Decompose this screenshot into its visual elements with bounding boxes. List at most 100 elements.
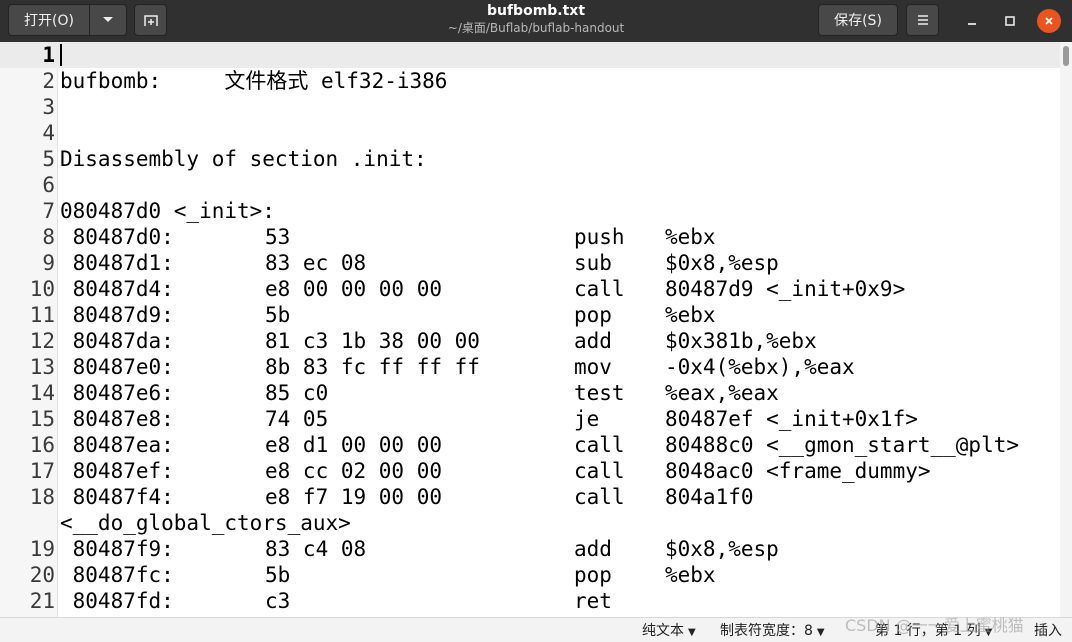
language-label: 纯文本 xyxy=(642,623,684,639)
instruction-address: 80487ef: xyxy=(60,459,174,483)
editor-line[interactable]: 4 xyxy=(0,120,1060,146)
instruction-address: 80487e0: xyxy=(60,355,174,379)
line-number: 14 xyxy=(29,381,55,405)
editor-line[interactable]: 12 80487da: 81 c3 1b 38 00 00 add $0x381b,%… xyxy=(0,328,1060,354)
editor-line[interactable]: <__do_global_ctors_aux> xyxy=(0,510,1060,536)
editor-line[interactable]: 7 080487d0 <_init>: xyxy=(0,198,1060,224)
chevron-down-icon xyxy=(103,17,113,22)
csdn-watermark: CSDN @一一爱上蜜桃猫 xyxy=(845,616,1024,635)
main-menu-button[interactable] xyxy=(906,4,939,36)
instruction-operands: 804a1f0 xyxy=(665,485,754,509)
line-text: 080487d0 <_init>: xyxy=(60,199,275,223)
instruction-mnemonic: ret xyxy=(574,589,612,613)
editor-line[interactable]: 17 80487ef: e8 cc 02 00 00 call 8048ac0 <fr… xyxy=(0,458,1060,484)
instruction-bytes: e8 cc 02 00 00 xyxy=(265,459,443,483)
line-number: 2 xyxy=(42,69,55,93)
chevron-down-icon: ▼ xyxy=(816,627,825,638)
editor-line[interactable]: 11 80487d9: 5b pop %ebx xyxy=(0,302,1060,328)
close-icon xyxy=(1045,17,1053,25)
editor-line[interactable]: 20 80487fc: 5b pop %ebx xyxy=(0,562,1060,588)
line-number: 3 xyxy=(42,95,55,119)
instruction-address: 80487d1: xyxy=(60,251,174,275)
instruction-bytes: 8b 83 fc ff ff ff xyxy=(265,355,480,379)
instruction-address: 80487d0: xyxy=(60,225,174,249)
instruction-mnemonic: test xyxy=(574,381,625,405)
instruction-mnemonic: call xyxy=(574,459,625,483)
line-number: 6 xyxy=(42,173,55,197)
instruction-mnemonic: call xyxy=(574,485,625,509)
editor-line[interactable]: 18 80487f4: e8 f7 19 00 00 call 804a1f0 xyxy=(0,484,1060,510)
instruction-mnemonic: call xyxy=(574,433,625,457)
instruction-bytes: 83 ec 08 xyxy=(265,251,367,275)
line-number: 20 xyxy=(29,563,55,587)
editor-line[interactable]: 9 80487d1: 83 ec 08 sub $0x8,%esp xyxy=(0,250,1060,276)
text-editor[interactable]: 1 2 bufbomb: 文件格式 elf32-i386 3 4 5 Disassembly… xyxy=(0,42,1072,617)
line-number: 12 xyxy=(29,329,55,353)
maximize-button[interactable] xyxy=(998,9,1022,33)
editor-line[interactable]: 13 80487e0: 8b 83 fc ff ff ff mov -0x4(%ebx… xyxy=(0,354,1060,380)
open-button[interactable]: 打开(O) xyxy=(8,4,90,36)
line-number: 11 xyxy=(29,303,55,327)
instruction-address: 80487e6: xyxy=(60,381,174,405)
editor-line[interactable]: 8 80487d0: 53 push %ebx xyxy=(0,224,1060,250)
instruction-mnemonic: pop xyxy=(574,563,612,587)
language-selector[interactable]: 纯文本 ▼ xyxy=(642,622,696,640)
text-cursor xyxy=(60,44,62,66)
line-number: 15 xyxy=(29,407,55,431)
instruction-mnemonic: mov xyxy=(574,355,612,379)
instruction-operands: $0x381b,%ebx xyxy=(665,329,817,353)
new-tab-button[interactable] xyxy=(134,4,167,36)
instruction-operands: %ebx xyxy=(665,303,716,327)
instruction-mnemonic: add xyxy=(574,329,612,353)
header-bar: 打开(O) bufbomb.txt ~/桌面/Buflab/buflab-han… xyxy=(0,0,1072,42)
editor-line[interactable]: 21 80487fd: c3 ret xyxy=(0,588,1060,614)
instruction-address: 80487d9: xyxy=(60,303,174,327)
instruction-mnemonic: add xyxy=(574,537,612,561)
insert-mode-indicator: 插入 xyxy=(1034,623,1062,639)
instruction-operands: 80488c0 <__gmon_start__@plt> xyxy=(665,433,1020,457)
minimize-button[interactable] xyxy=(960,9,984,33)
instruction-bytes: 81 c3 1b 38 00 00 xyxy=(265,329,480,353)
line-number: 8 xyxy=(42,225,55,249)
instruction-mnemonic: pop xyxy=(574,303,612,327)
line-number: 9 xyxy=(42,251,55,275)
line-number: 1 xyxy=(42,43,55,67)
editor-line[interactable]: 19 80487f9: 83 c4 08 add $0x8,%esp xyxy=(0,536,1060,562)
editor-line[interactable]: 10 80487d4: e8 00 00 00 00 call 80487d9 <_i… xyxy=(0,276,1060,302)
scrollbar-thumb[interactable] xyxy=(1063,46,1069,66)
editor-line[interactable]: 15 80487e8: 74 05 je 80487ef <_init+0x1f> xyxy=(0,406,1060,432)
instruction-bytes: 53 xyxy=(265,225,291,249)
editor-line[interactable]: 16 80487ea: e8 d1 00 00 00 call 80488c0 <__… xyxy=(0,432,1060,458)
hamburger-icon xyxy=(917,15,928,25)
line-number: 21 xyxy=(29,589,55,613)
instruction-operands: %ebx xyxy=(665,225,716,249)
editor-line[interactable]: 14 80487e6: 85 c0 test %eax,%eax xyxy=(0,380,1060,406)
instruction-address: 80487fd: xyxy=(60,589,174,613)
line-number: 19 xyxy=(29,537,55,561)
instruction-bytes: c3 xyxy=(265,589,291,613)
editor-line[interactable]: 6 xyxy=(0,172,1060,198)
tab-width-label: 制表符宽度：8 xyxy=(720,623,813,639)
save-button[interactable]: 保存(S) xyxy=(818,4,898,36)
instruction-mnemonic: je xyxy=(574,407,600,431)
editor-line[interactable]: 3 xyxy=(0,94,1060,120)
line-number: 4 xyxy=(42,121,55,145)
tab-width-selector[interactable]: 制表符宽度：8 ▼ xyxy=(720,622,825,640)
instruction-operands: %ebx xyxy=(665,563,716,587)
close-button[interactable] xyxy=(1037,9,1061,33)
editor-line[interactable]: 2 bufbomb: 文件格式 elf32-i386 xyxy=(0,68,1060,94)
line-number: 7 xyxy=(42,199,55,223)
instruction-operands: 8048ac0 <frame_dummy> xyxy=(665,459,931,483)
open-menu-button[interactable] xyxy=(89,4,127,36)
instruction-bytes: e8 f7 19 00 00 xyxy=(265,485,443,509)
editor-line[interactable]: 5 Disassembly of section .init: xyxy=(0,146,1060,172)
instruction-operands: -0x4(%ebx),%eax xyxy=(665,355,855,379)
instruction-address: 80487e8: xyxy=(60,407,174,431)
line-number: 10 xyxy=(29,277,55,301)
instruction-mnemonic: sub xyxy=(574,251,612,275)
editor-line[interactable]: 1 xyxy=(0,42,1060,68)
line-text: <__do_global_ctors_aux> xyxy=(60,511,351,535)
instruction-address: 80487ea: xyxy=(60,433,174,457)
vertical-scrollbar[interactable] xyxy=(1060,42,1072,617)
window-subtitle-path: ~/桌面/Buflab/buflab-handout xyxy=(447,21,625,35)
